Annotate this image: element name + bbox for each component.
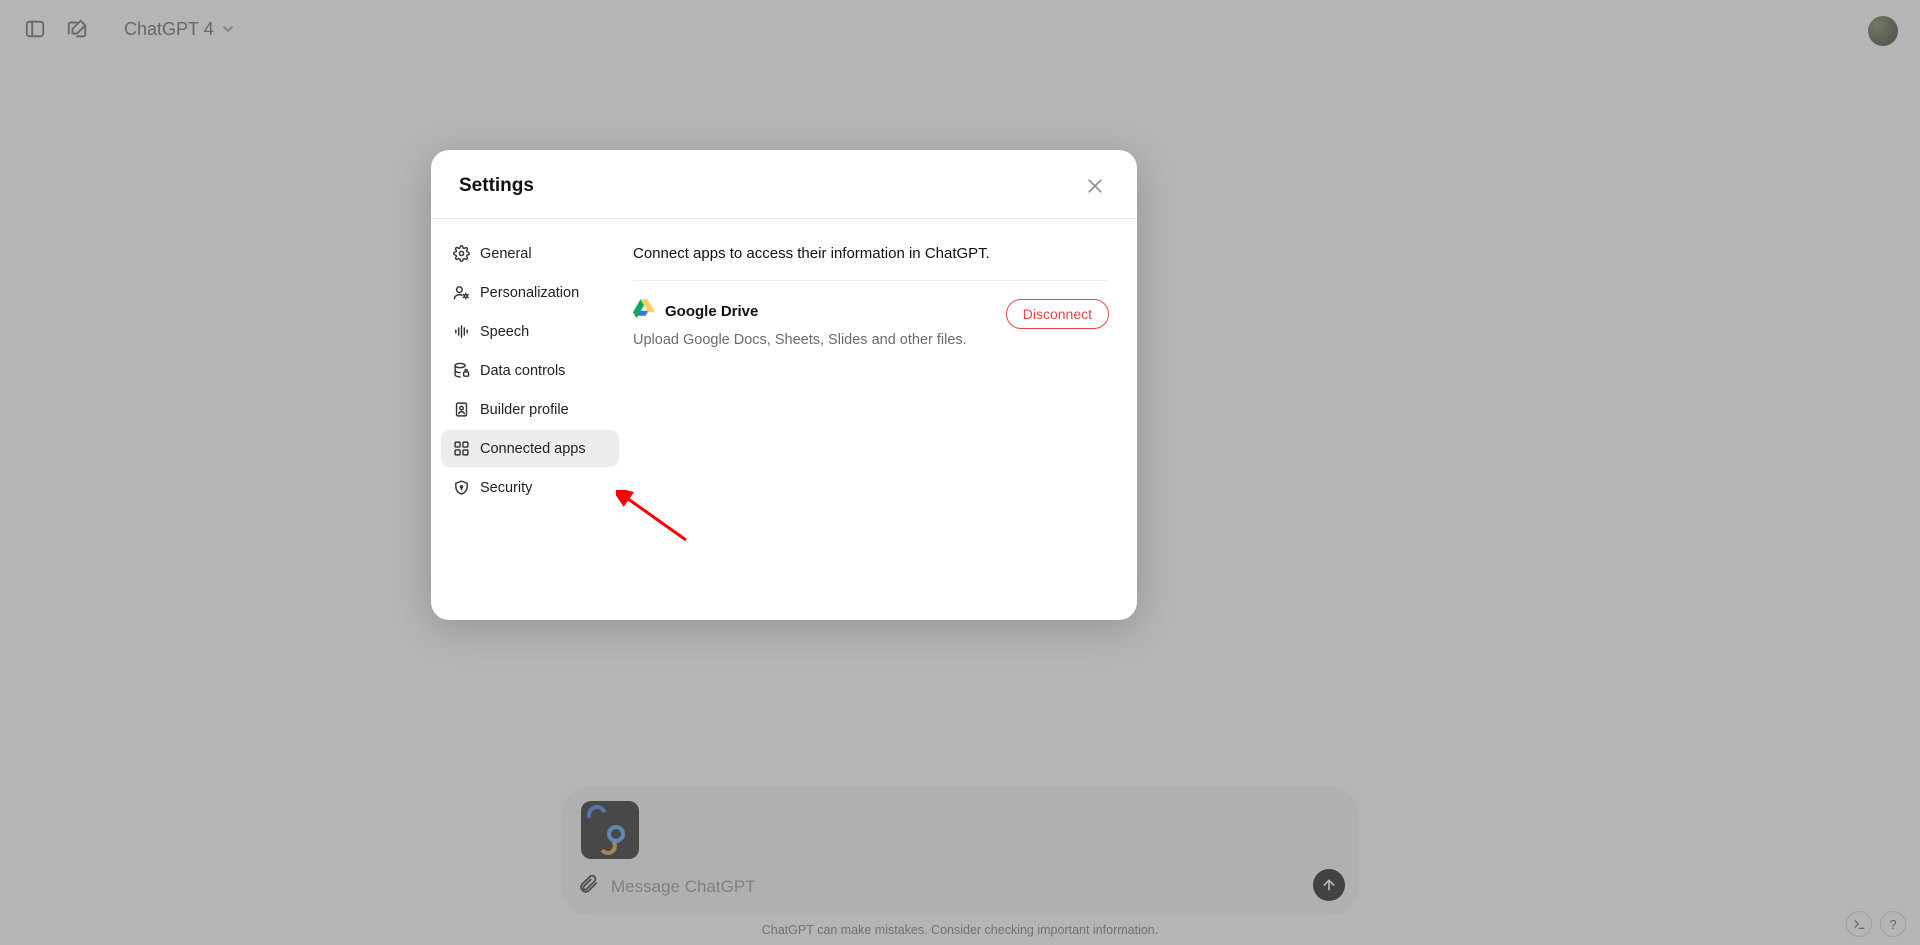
nav-item-connected-apps[interactable]: Connected apps <box>441 430 619 467</box>
nav-item-security[interactable]: Security <box>441 469 619 506</box>
id-card-icon <box>453 401 470 418</box>
apps-grid-icon <box>453 440 470 457</box>
nav-label: Security <box>480 480 532 496</box>
modal-title: Settings <box>459 175 534 197</box>
app-subtitle: Upload Google Docs, Sheets, Slides and o… <box>633 332 967 348</box>
app-name: Google Drive <box>665 303 758 320</box>
disconnect-button[interactable]: Disconnect <box>1006 299 1109 329</box>
nav-label: Data controls <box>480 363 565 379</box>
app-info: Google Drive Upload Google Docs, Sheets,… <box>633 299 967 348</box>
settings-content: Connect apps to access their information… <box>633 219 1137 620</box>
nav-item-data-controls[interactable]: Data controls <box>441 352 619 389</box>
nav-label: General <box>480 246 532 262</box>
nav-item-personalization[interactable]: Personalization <box>441 274 619 311</box>
nav-label: Builder profile <box>480 402 569 418</box>
modal-header: Settings <box>431 150 1137 219</box>
person-settings-icon <box>453 284 470 301</box>
nav-label: Connected apps <box>480 441 586 457</box>
nav-item-speech[interactable]: Speech <box>441 313 619 350</box>
close-button[interactable] <box>1081 172 1109 200</box>
nav-label: Speech <box>480 324 529 340</box>
modal-body: General Personalization Speech Data cont… <box>431 219 1137 620</box>
nav-item-general[interactable]: General <box>441 235 619 272</box>
google-drive-icon <box>633 299 655 324</box>
waveform-icon <box>453 323 470 340</box>
close-icon <box>1085 176 1105 196</box>
divider <box>633 280 1109 281</box>
connected-app-row: Google Drive Upload Google Docs, Sheets,… <box>633 299 1109 348</box>
nav-item-builder-profile[interactable]: Builder profile <box>441 391 619 428</box>
gear-icon <box>453 245 470 262</box>
database-lock-icon <box>453 362 470 379</box>
nav-label: Personalization <box>480 285 579 301</box>
shield-icon <box>453 479 470 496</box>
settings-modal: Settings General Personalization Speech … <box>431 150 1137 620</box>
content-description: Connect apps to access their information… <box>633 245 1109 262</box>
settings-nav: General Personalization Speech Data cont… <box>431 219 629 620</box>
